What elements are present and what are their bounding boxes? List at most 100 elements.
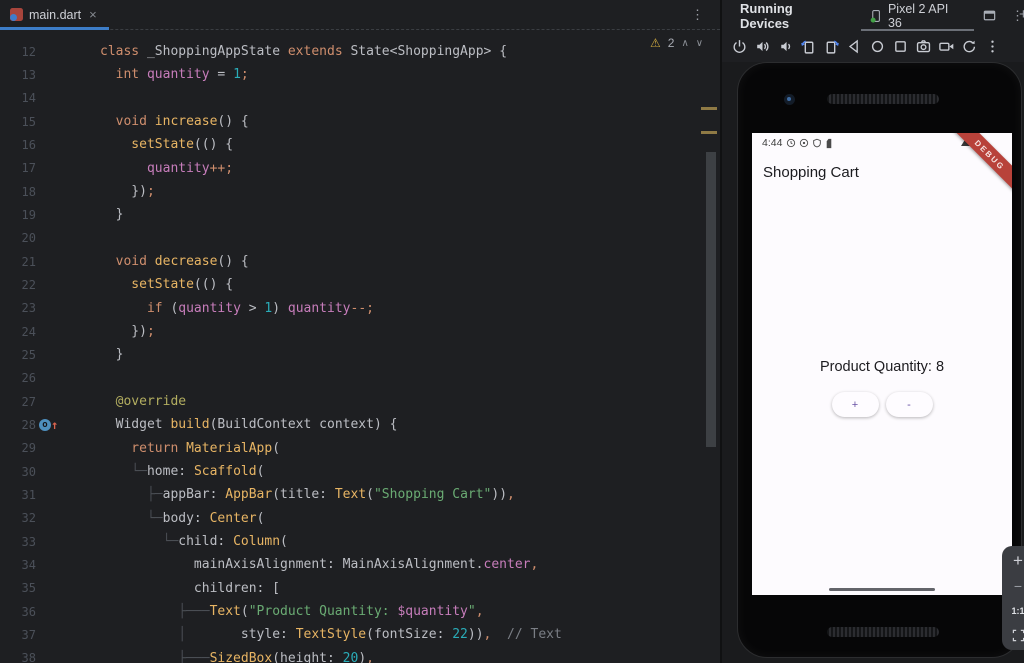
code-line[interactable]: 28 o ↑ Widget build(BuildContext context) …	[0, 413, 720, 436]
code-line[interactable]: 29 return MaterialApp(	[0, 437, 720, 460]
code-line[interactable]: 24 });	[0, 320, 720, 343]
code-line[interactable]: 18 });	[0, 180, 720, 203]
code-line[interactable]: 37 │ style: TextStyle(fontSize: 22)), //…	[0, 623, 720, 646]
code-line[interactable]: 26	[0, 367, 720, 390]
line-number: 32	[21, 511, 36, 526]
line-number: 37	[21, 627, 36, 642]
device-toolbar	[722, 31, 1024, 62]
line-number: 16	[21, 137, 36, 152]
code-line[interactable]: 20	[0, 227, 720, 250]
code-editor: main.dart × ⋮ 12 class _ShoppingAppState …	[0, 0, 720, 663]
code-line[interactable]: 13 int quantity = 1;	[0, 63, 720, 86]
next-problem-chevron-icon[interactable]: ∨	[696, 38, 703, 49]
code-line[interactable]: 38 ├───SizedBox(height: 20),	[0, 647, 720, 663]
editor-scrollbar-thumb[interactable]	[706, 152, 716, 447]
code-text: int quantity = 1;	[100, 67, 249, 83]
zoom-out-button[interactable]: −	[1006, 573, 1024, 598]
code-line[interactable]: 31 ├─appBar: AppBar(title: Text("Shoppin…	[0, 483, 720, 506]
screen-record-icon[interactable]	[937, 37, 956, 56]
code-line[interactable]: 12 class _ShoppingAppState extends State<…	[0, 40, 720, 63]
gutter: o ↑	[36, 418, 100, 432]
actual-size-button[interactable]: 1:1	[1006, 598, 1024, 623]
line-number: 27	[21, 394, 36, 409]
code-line[interactable]: 22 setState(() {	[0, 273, 720, 296]
override-arrow-icon: ↑	[51, 417, 59, 432]
code-line[interactable]: 19 }	[0, 203, 720, 226]
rotate-right-icon[interactable]	[822, 37, 841, 56]
editor-options-kebab-icon[interactable]: ⋮	[691, 7, 704, 23]
code-line[interactable]: 17 quantity++;	[0, 157, 720, 180]
decrease-button[interactable]: -	[885, 392, 933, 417]
code-text: children: [	[100, 580, 281, 596]
phone-screen[interactable]: 4:44 DEBUG Shopping Cart Product Quantit…	[752, 133, 1012, 595]
home-icon[interactable]	[868, 37, 887, 56]
line-number: 15	[21, 114, 36, 129]
code-line[interactable]: 35 children: [	[0, 577, 720, 600]
tab-pixel-2-api-36[interactable]: Pixel 2 API 36	[860, 0, 974, 31]
code-line[interactable]: 34 mainAxisAlignment: MainAxisAlignment.…	[0, 553, 720, 576]
code-line[interactable]: 33 └─child: Column(	[0, 530, 720, 553]
rotate-left-icon[interactable]	[799, 37, 818, 56]
line-number: 14	[21, 91, 36, 106]
code-text: ├───SizedBox(height: 20),	[100, 650, 374, 663]
sim-battery-icon	[827, 138, 832, 148]
code-line[interactable]: 14	[0, 87, 720, 110]
zoom-in-button[interactable]: +	[1006, 548, 1024, 573]
gesture-navigation-bar[interactable]	[829, 587, 935, 591]
scrollbar-warning-mark[interactable]	[701, 131, 717, 134]
line-number: 29	[21, 441, 36, 456]
back-icon[interactable]	[845, 37, 864, 56]
code-line[interactable]: 27 @override	[0, 390, 720, 413]
code-line[interactable]: 32 └─body: Center(	[0, 507, 720, 530]
code-text: });	[100, 183, 155, 199]
active-device-tab-underline	[860, 29, 974, 31]
fit-to-window-button[interactable]	[1006, 623, 1024, 648]
line-number: 26	[21, 371, 36, 386]
line-number: 18	[21, 184, 36, 199]
line-number: 25	[21, 347, 36, 362]
code-line[interactable]: 30 └─home: Scaffold(	[0, 460, 720, 483]
shield-icon	[813, 138, 822, 148]
overriding-method-icon[interactable]: o	[39, 418, 51, 431]
line-number: 19	[21, 207, 36, 222]
code-text: quantity++;	[100, 160, 234, 176]
code-area[interactable]: 12 class _ShoppingAppState extends State<…	[0, 40, 720, 663]
code-line[interactable]: 25 }	[0, 343, 720, 366]
code-line[interactable]: 15 void increase() {	[0, 110, 720, 133]
volume-down-icon[interactable]	[776, 37, 795, 56]
more-icon[interactable]	[983, 37, 1002, 56]
increase-button[interactable]: +	[831, 392, 879, 417]
restore-window-icon[interactable]	[982, 8, 997, 23]
line-number: 22	[21, 277, 36, 292]
code-text: Widget build(BuildContext context) {	[100, 417, 398, 433]
scrollbar-warning-mark[interactable]	[701, 107, 717, 110]
tab-main-dart[interactable]: main.dart ×	[0, 0, 109, 30]
tab-title: main.dart	[29, 7, 82, 22]
code-text: setState(() {	[100, 137, 234, 153]
volume-up-icon[interactable]	[753, 37, 772, 56]
dart-file-icon	[10, 8, 23, 21]
code-line[interactable]: 36 ├───Text("Product Quantity: $quantity…	[0, 600, 720, 623]
code-line[interactable]: 21 void decrease() {	[0, 250, 720, 273]
bottom-speaker	[827, 627, 939, 637]
inspections-widget[interactable]: ⚠ 2 ∧ ∨	[650, 36, 703, 50]
code-text: ├─appBar: AppBar(title: Text("Shopping C…	[100, 487, 515, 503]
warning-icon: ⚠	[650, 36, 661, 50]
add-device-plus-icon[interactable]: +	[1019, 6, 1024, 23]
overview-icon[interactable]	[891, 37, 910, 56]
close-tab-icon[interactable]: ×	[89, 7, 97, 22]
prev-problem-chevron-icon[interactable]: ∧	[681, 38, 688, 49]
phone-emulator[interactable]: 4:44 DEBUG Shopping Cart Product Quantit…	[737, 62, 1022, 658]
alarm-icon	[787, 138, 796, 148]
status-time: 4:44	[762, 137, 783, 149]
screenshot-icon[interactable]	[914, 37, 933, 56]
code-line[interactable]: 16 setState(() {	[0, 133, 720, 156]
line-number: 21	[21, 254, 36, 269]
line-number: 24	[21, 324, 36, 339]
code-line[interactable]: 23 if (quantity > 1) quantity--;	[0, 297, 720, 320]
code-text: }	[100, 207, 124, 223]
power-icon[interactable]	[730, 37, 749, 56]
line-number: 31	[21, 487, 36, 502]
device-phone-icon	[870, 9, 880, 23]
restart-icon[interactable]	[960, 37, 979, 56]
